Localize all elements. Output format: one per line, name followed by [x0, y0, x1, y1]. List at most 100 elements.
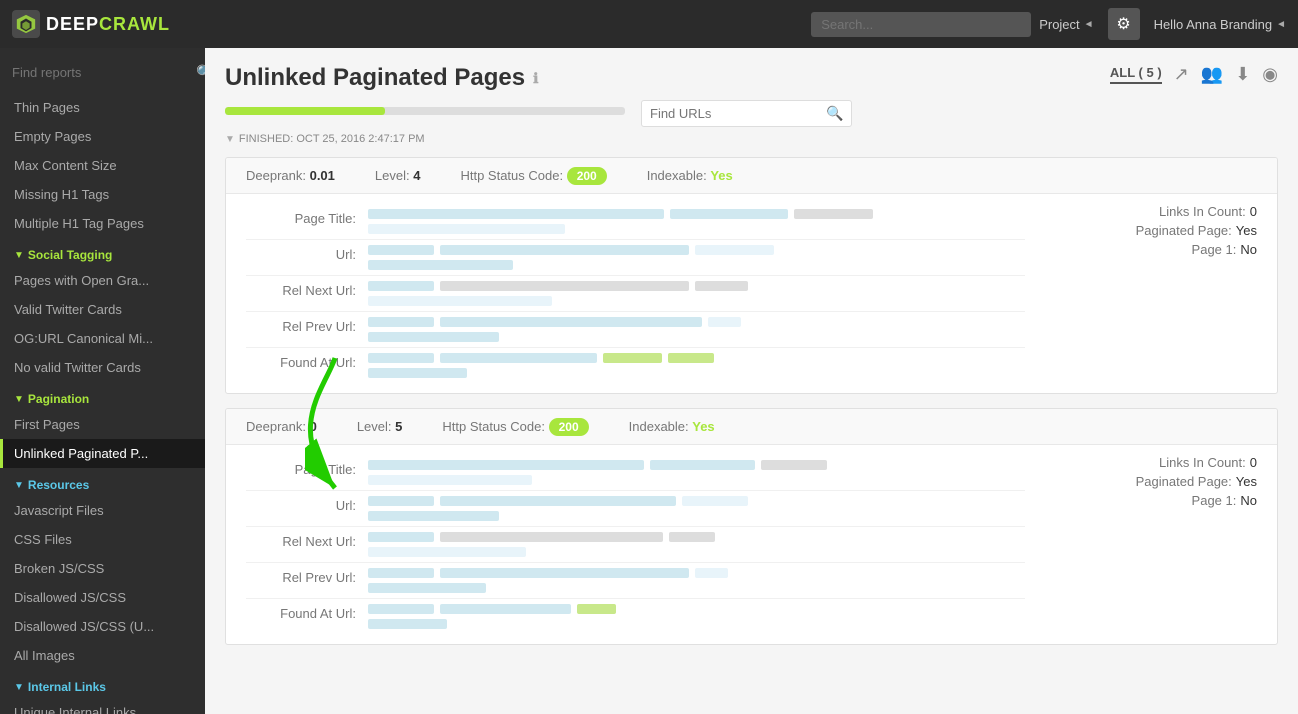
field-row-page-title-1: Page Title:	[246, 204, 1025, 240]
internal-links-label: Internal Links	[28, 680, 106, 694]
nav-search-input[interactable]	[811, 12, 1031, 37]
section-social-tagging[interactable]: ▼ Social Tagging	[0, 238, 205, 266]
field-value-rel-next-2	[368, 532, 1025, 557]
field-value-url-1	[368, 245, 1025, 270]
field-row-found-at-2: Found At Url:	[246, 599, 1025, 634]
sidebar-item-empty-pages[interactable]: Empty Pages	[0, 122, 205, 151]
url-search-icon[interactable]: 🔍	[826, 105, 843, 122]
section-pagination[interactable]: ▼ Pagination	[0, 382, 205, 410]
sidebar-item-js-files[interactable]: Javascript Files	[0, 496, 205, 525]
social-tagging-caret: ▼	[14, 250, 24, 261]
sidebar-search-icon[interactable]: 🔍	[196, 64, 205, 81]
info-icon[interactable]: ℹ	[533, 70, 538, 87]
sidebar-item-all-images[interactable]: All Images	[0, 641, 205, 670]
field-row-page-title-2: Page Title:	[246, 455, 1025, 491]
field-value-found-at-2	[368, 604, 1025, 629]
main-layout: 🔍 ☰ Thin Pages Empty Pages Max Content S…	[0, 48, 1298, 714]
links-in-count-row-2: Links In Count: 0	[1037, 455, 1257, 470]
social-tagging-label: Social Tagging	[28, 248, 112, 262]
sidebar-item-no-twitter[interactable]: No valid Twitter Cards	[0, 353, 205, 382]
internal-links-caret: ▼	[14, 682, 24, 693]
field-row-url-2: Url:	[246, 491, 1025, 527]
section-resources[interactable]: ▼ Resources	[0, 468, 205, 496]
sidebar-item-missing-h1[interactable]: Missing H1 Tags	[0, 180, 205, 209]
links-in-count-row-1: Links In Count: 0	[1037, 204, 1257, 219]
content-area: Unlinked Paginated Pages ℹ ALL ( 5 ) ↗ 👥…	[205, 48, 1298, 714]
sidebar-item-unique-internal-links[interactable]: Unique Internal Links	[0, 698, 205, 714]
field-label-url-1: Url:	[246, 245, 356, 262]
field-value-page-title-2	[368, 460, 1025, 485]
deeprank-label-2: Deeprank: 0	[246, 419, 317, 434]
users-icon[interactable]: 👥	[1201, 64, 1223, 85]
nav-project[interactable]: Project ◄	[1039, 17, 1093, 32]
sidebar-item-open-graph[interactable]: Pages with Open Gra...	[0, 266, 205, 295]
right-meta-1: Links In Count: 0 Paginated Page: Yes Pa…	[1037, 204, 1257, 383]
finished-caret: ▼	[225, 134, 235, 145]
top-nav: DEEPCRAWL Project ◄ ⚙ Hello Anna Brandin…	[0, 0, 1298, 48]
indexable-label-1: Indexable: Yes	[647, 168, 733, 183]
field-value-url-2	[368, 496, 1025, 521]
http-status-label-2: Http Status Code: 200	[442, 419, 588, 434]
field-label-page-title-1: Page Title:	[246, 209, 356, 226]
level-label-2: Level: 5	[357, 419, 403, 434]
resources-caret: ▼	[14, 480, 24, 491]
share-icon[interactable]: ↗	[1174, 64, 1189, 85]
sidebar-item-max-content[interactable]: Max Content Size	[0, 151, 205, 180]
page1-row-2: Page 1: No	[1037, 493, 1257, 508]
data-card-2: Deeprank: 0 Level: 5 Http Status Code: 2…	[225, 408, 1278, 645]
level-label-1: Level: 4	[375, 168, 421, 183]
field-value-rel-prev-1	[368, 317, 1025, 342]
progress-bar-fill	[225, 107, 385, 115]
sidebar-item-valid-twitter[interactable]: Valid Twitter Cards	[0, 295, 205, 324]
gear-button[interactable]: ⚙	[1108, 8, 1140, 40]
field-label-url-2: Url:	[246, 496, 356, 513]
pagination-label: Pagination	[28, 392, 89, 406]
http-status-label-1: Http Status Code: 200	[460, 168, 606, 183]
field-label-rel-prev-1: Rel Prev Url:	[246, 317, 356, 334]
sidebar-item-unlinked-paginated[interactable]: Unlinked Paginated P...	[0, 439, 205, 468]
section-internal-links[interactable]: ▼ Internal Links	[0, 670, 205, 698]
paginated-page-row-2: Paginated Page: Yes	[1037, 474, 1257, 489]
sidebar-item-thin-pages[interactable]: Thin Pages	[0, 93, 205, 122]
field-row-url-1: Url:	[246, 240, 1025, 276]
field-label-found-at-2: Found At Url:	[246, 604, 356, 621]
status-badge-2: 200	[549, 418, 589, 436]
paginated-page-row-1: Paginated Page: Yes	[1037, 223, 1257, 238]
sidebar-search-input[interactable]	[12, 65, 188, 80]
download-icon[interactable]: ⬇	[1235, 64, 1250, 85]
sidebar-item-disallowed-js-css[interactable]: Disallowed JS/CSS	[0, 583, 205, 612]
field-label-rel-next-1: Rel Next Url:	[246, 281, 356, 298]
filter-icon[interactable]: ◉	[1262, 64, 1278, 85]
sidebar-item-disallowed-js-css-u[interactable]: Disallowed JS/CSS (U...	[0, 612, 205, 641]
indexable-val-2: Yes	[692, 419, 714, 434]
sidebar-item-multiple-h1[interactable]: Multiple H1 Tag Pages	[0, 209, 205, 238]
data-card-2-header: Deeprank: 0 Level: 5 Http Status Code: 2…	[226, 409, 1277, 445]
sidebar-item-first-pages[interactable]: First Pages	[0, 410, 205, 439]
sidebar-item-og-url[interactable]: OG:URL Canonical Mi...	[0, 324, 205, 353]
finished-label: ▼ FINISHED: OCT 25, 2016 2:47:17 PM	[225, 133, 1278, 145]
logo[interactable]: DEEPCRAWL	[12, 10, 170, 38]
page-title-area: Unlinked Paginated Pages ℹ	[225, 64, 538, 92]
data-card-2-body: Page Title: Url:	[226, 445, 1277, 644]
content-header: Unlinked Paginated Pages ℹ ALL ( 5 ) ↗ 👥…	[225, 64, 1278, 92]
nav-right: ⚙ Hello Anna Branding ◄	[1108, 8, 1286, 40]
field-row-rel-next-2: Rel Next Url:	[246, 527, 1025, 563]
field-value-rel-prev-2	[368, 568, 1025, 593]
field-label-found-at-1: Found At Url:	[246, 353, 356, 370]
sidebar-item-broken-js-css[interactable]: Broken JS/CSS	[0, 554, 205, 583]
project-caret: ◄	[1084, 19, 1094, 30]
field-label-rel-next-2: Rel Next Url:	[246, 532, 356, 549]
logo-icon	[12, 10, 40, 38]
field-value-rel-next-1	[368, 281, 1025, 306]
header-actions: ALL ( 5 ) ↗ 👥 ⬇ ◉	[1110, 64, 1278, 85]
resources-label: Resources	[28, 478, 89, 492]
url-search-input[interactable]	[650, 106, 820, 121]
field-row-rel-prev-1: Rel Prev Url:	[246, 312, 1025, 348]
page-title: Unlinked Paginated Pages ℹ	[225, 64, 538, 92]
sidebar: 🔍 ☰ Thin Pages Empty Pages Max Content S…	[0, 48, 205, 714]
nav-center: Project ◄	[811, 12, 1093, 37]
indexable-val-1: Yes	[710, 168, 732, 183]
all-count-label[interactable]: ALL ( 5 )	[1110, 65, 1162, 84]
sidebar-item-css-files[interactable]: CSS Files	[0, 525, 205, 554]
user-menu[interactable]: Hello Anna Branding ◄	[1154, 17, 1286, 32]
